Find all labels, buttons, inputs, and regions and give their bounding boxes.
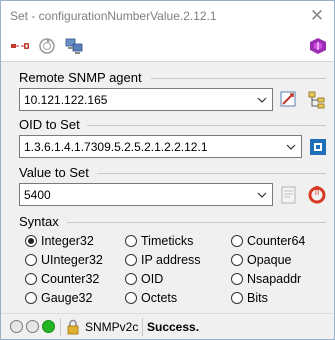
title-bar: Set - configurationNumberValue.2.12.1 ✕ [1, 1, 334, 31]
radio-button[interactable] [125, 273, 137, 285]
status-message: Success. [147, 320, 200, 334]
status-bar: SNMPv2c Success. [1, 313, 334, 339]
branding-icon [308, 37, 328, 55]
group-divider [151, 78, 326, 79]
oid-combobox[interactable]: 1.3.6.1.4.1.7309.5.2.5.2.1.2.2.12.1 [19, 135, 302, 158]
radio-label: Integer32 [41, 234, 94, 248]
status-led-green-icon [42, 320, 55, 333]
radio-opaque[interactable]: Opaque [231, 252, 291, 268]
value-editor-icon[interactable] [278, 184, 300, 206]
radio-label: UInteger32 [41, 253, 103, 267]
syntax-label: Syntax [19, 214, 59, 229]
refresh-icon[interactable] [37, 37, 57, 55]
radio-uinteger32[interactable]: UInteger32 [25, 252, 103, 268]
oid-label: OID to Set [19, 117, 80, 132]
toolbar [1, 31, 334, 62]
radio-label: OID [141, 272, 164, 286]
radio-label: Octets [141, 291, 178, 305]
radio-button[interactable] [125, 254, 137, 266]
radio-button[interactable] [125, 292, 137, 304]
network-tree-icon[interactable] [306, 89, 328, 111]
radio-counter64[interactable]: Counter64 [231, 233, 305, 249]
connection-icon[interactable] [10, 37, 30, 55]
radio-button[interactable] [231, 254, 243, 266]
radio-oid[interactable]: OID [125, 271, 163, 287]
mib-browser-icon[interactable] [307, 136, 329, 158]
remote-agent-value: 10.121.122.165 [24, 93, 108, 107]
protocol-version: SNMPv2c [85, 320, 139, 334]
status-led-icon [26, 320, 39, 333]
computers-icon[interactable] [64, 37, 84, 55]
group-divider [97, 173, 326, 174]
chevron-down-icon[interactable] [252, 89, 272, 110]
set-dialog-window: Set - configurationNumberValue.2.12.1 ✕ [0, 0, 335, 340]
radio-button[interactable] [231, 273, 243, 285]
remote-agent-combobox[interactable]: 10.121.122.165 [19, 88, 273, 111]
oid-value: 1.3.6.1.4.1.7309.5.2.5.2.1.2.2.12.1 [24, 140, 208, 154]
radio-label: Nsapaddr [247, 272, 302, 286]
radio-button[interactable] [231, 235, 243, 247]
radio-nsapaddr[interactable]: Nsapaddr [231, 271, 301, 287]
agent-properties-icon[interactable] [278, 89, 300, 111]
close-icon: ✕ [309, 6, 325, 25]
set-value-icon[interactable] [306, 184, 328, 206]
chevron-down-icon[interactable] [252, 184, 272, 205]
value-combobox[interactable]: 5400 [19, 183, 273, 206]
radio-button[interactable] [231, 292, 243, 304]
lock-icon [65, 319, 81, 335]
radio-integer32[interactable]: Integer32 [25, 233, 94, 249]
close-button[interactable]: ✕ [300, 1, 334, 31]
radio-gauge32[interactable]: Gauge32 [25, 290, 92, 306]
status-led-icon [10, 320, 23, 333]
radio-ip-address[interactable]: IP address [125, 252, 201, 268]
value-field: 5400 [24, 188, 51, 202]
radio-button-checked[interactable] [25, 235, 37, 247]
radio-timeticks[interactable]: Timeticks [125, 233, 193, 249]
radio-octets[interactable]: Octets [125, 290, 177, 306]
status-separator [142, 318, 143, 336]
radio-label: Gauge32 [41, 291, 93, 305]
radio-label: Opaque [247, 253, 292, 267]
value-label: Value to Set [19, 165, 89, 180]
group-divider [67, 222, 326, 223]
radio-counter32[interactable]: Counter32 [25, 271, 99, 287]
radio-label: Bits [247, 291, 268, 305]
radio-button[interactable] [25, 254, 37, 266]
group-divider [87, 125, 326, 126]
radio-label: Timeticks [141, 234, 194, 248]
radio-button[interactable] [25, 292, 37, 304]
radio-button[interactable] [25, 273, 37, 285]
window-title: Set - configurationNumberValue.2.12.1 [10, 9, 217, 23]
status-separator [60, 318, 61, 336]
radio-label: IP address [141, 253, 201, 267]
chevron-down-icon[interactable] [281, 136, 301, 157]
radio-label: Counter64 [247, 234, 306, 248]
radio-button[interactable] [125, 235, 137, 247]
radio-bits[interactable]: Bits [231, 290, 268, 306]
radio-label: Counter32 [41, 272, 100, 286]
remote-agent-label: Remote SNMP agent [19, 70, 142, 85]
